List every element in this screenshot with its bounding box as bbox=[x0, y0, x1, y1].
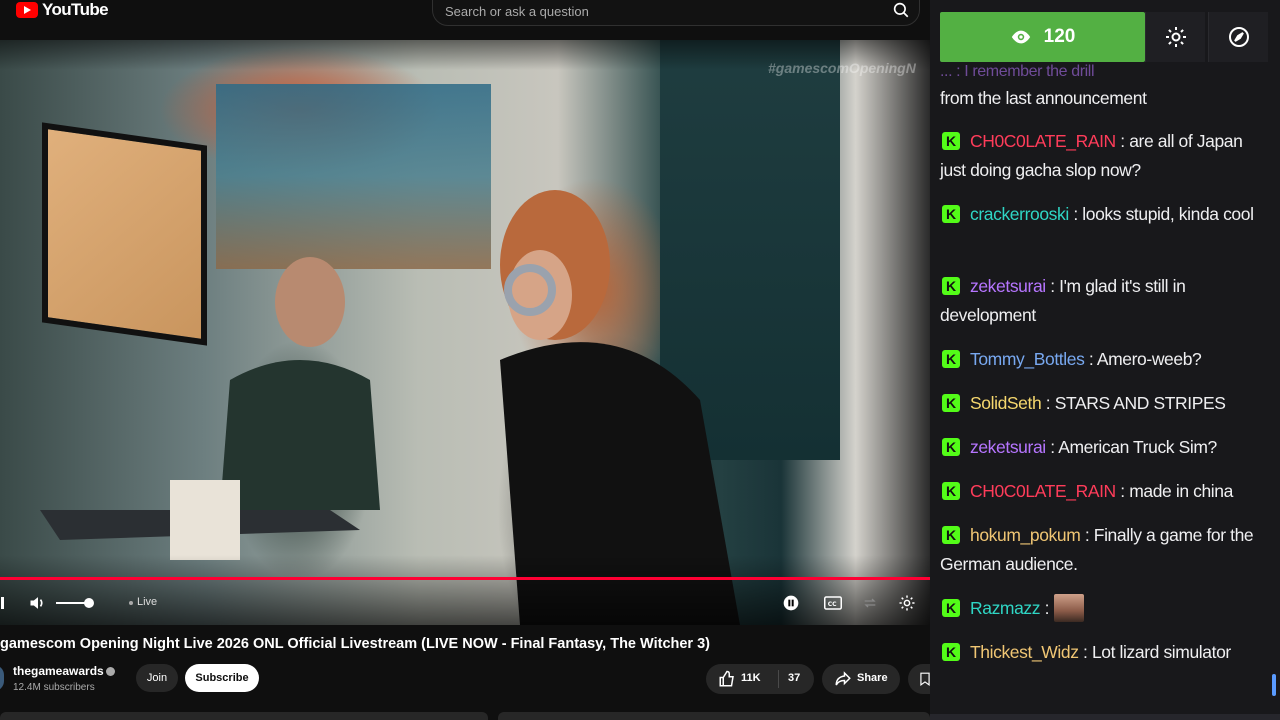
kick-badge-icon bbox=[942, 643, 960, 661]
youtube-play-icon bbox=[16, 2, 38, 18]
verified-icon bbox=[106, 667, 115, 676]
share-button[interactable]: Share bbox=[822, 664, 900, 694]
chat-scrollbar[interactable] bbox=[1272, 674, 1276, 696]
live-label[interactable]: Live bbox=[137, 596, 157, 608]
compass-icon bbox=[1228, 27, 1249, 47]
search-box bbox=[432, 0, 920, 26]
chat-username[interactable]: SolidSeth bbox=[970, 393, 1042, 413]
chat-message: ... : I remember the drill bbox=[940, 56, 1270, 86]
chat-message-text: made in china bbox=[1129, 481, 1233, 501]
kick-badge-icon bbox=[942, 132, 960, 150]
chat-message-text: American Truck Sim? bbox=[1058, 437, 1217, 457]
kick-badge-icon bbox=[942, 599, 960, 617]
video-player[interactable]: #gamescomOpeningN Live CC bbox=[0, 40, 930, 625]
youtube-logo[interactable]: YouTube bbox=[16, 0, 109, 20]
top-bar: YouTube bbox=[0, 0, 930, 40]
search-icon bbox=[893, 2, 909, 18]
progress-bar[interactable] bbox=[0, 577, 930, 580]
chat-username[interactable]: CH0C0LATE_RAIN bbox=[970, 481, 1116, 501]
kick-badge-icon bbox=[942, 205, 960, 223]
volume-icon bbox=[30, 597, 43, 609]
chat-message: Thickest_Widz : Lot lizard simulator bbox=[940, 638, 1270, 667]
volume-slider-handle[interactable] bbox=[84, 598, 94, 608]
thumbs-up-icon bbox=[719, 670, 734, 687]
captions-icon: CC bbox=[824, 596, 842, 610]
loop-icon bbox=[864, 598, 876, 608]
next-button[interactable] bbox=[0, 596, 4, 610]
next-icon bbox=[0, 597, 4, 609]
chat-username[interactable]: Razmazz bbox=[970, 598, 1041, 618]
chat-username[interactable]: Tommy_Bottles bbox=[970, 349, 1085, 369]
video-frame-people bbox=[40, 190, 740, 625]
join-button[interactable]: Join bbox=[136, 664, 178, 692]
search-input[interactable] bbox=[445, 1, 865, 21]
dislike-count[interactable]: 37 bbox=[788, 672, 800, 684]
kick-badge-icon bbox=[942, 277, 960, 295]
chat-message: zeketsurai : I'm glad it's still in deve… bbox=[940, 272, 1270, 330]
chat-message: from the last announcement bbox=[940, 84, 1270, 113]
share-label: Share bbox=[857, 672, 888, 684]
kick-badge-icon bbox=[942, 438, 960, 456]
captions-button[interactable]: CC bbox=[822, 592, 844, 614]
like-count: 11K bbox=[741, 672, 761, 684]
settings-button[interactable] bbox=[896, 592, 918, 614]
chat-message: CH0C0LATE_RAIN : are all of Japan just d… bbox=[940, 127, 1270, 185]
subscribe-button[interactable]: Subscribe bbox=[185, 664, 259, 692]
video-title: gamescom Opening Night Live 2026 ONL Off… bbox=[0, 636, 710, 652]
chat-message-text: from the last announcement bbox=[940, 88, 1147, 108]
video-overlay-hashtag: #gamescomOpeningN bbox=[768, 60, 916, 76]
kick-badge-icon bbox=[942, 350, 960, 368]
svg-text:CC: CC bbox=[828, 601, 837, 608]
kick-badge-icon bbox=[942, 482, 960, 500]
chat-message: SolidSeth : STARS AND STRIPES bbox=[940, 389, 1270, 418]
chat-message: hokum_pokum : Finally a game for the Ger… bbox=[940, 521, 1270, 579]
search-button[interactable] bbox=[887, 0, 915, 23]
chat-message-text: Lot lizard simulator bbox=[1091, 642, 1231, 662]
chat-settings-button[interactable] bbox=[1145, 12, 1205, 62]
kick-badge-icon bbox=[942, 394, 960, 412]
chat-message-partial: ... : I remember the drill bbox=[940, 63, 1095, 80]
chat-username[interactable]: Thickest_Widz bbox=[970, 642, 1079, 662]
pause-icon bbox=[783, 595, 799, 611]
channel-avatar[interactable] bbox=[0, 665, 4, 691]
chat-input-edge bbox=[930, 714, 1280, 720]
gear-icon bbox=[1165, 27, 1186, 47]
chat-emote bbox=[1053, 594, 1084, 622]
chat-username[interactable]: CH0C0LATE_RAIN bbox=[970, 131, 1116, 151]
gear-icon bbox=[899, 595, 915, 611]
chat-message: Razmazz : bbox=[940, 594, 1270, 623]
subscriber-count: 12.4M subscribers bbox=[13, 682, 95, 693]
pause-button[interactable] bbox=[780, 592, 802, 614]
like-dislike-group: 11K 37 bbox=[706, 664, 814, 694]
chat-message: zeketsurai : American Truck Sim? bbox=[940, 433, 1270, 462]
chat-username[interactable]: zeketsurai bbox=[970, 437, 1046, 457]
chat-username[interactable]: hokum_pokum bbox=[970, 525, 1081, 545]
share-icon bbox=[835, 671, 851, 686]
chat-message: CH0C0LATE_RAIN : made in china bbox=[940, 477, 1270, 506]
chat-username[interactable]: zeketsurai bbox=[970, 276, 1046, 296]
player-controls: Live CC bbox=[0, 588, 930, 618]
logo-text: YouTube bbox=[42, 0, 109, 19]
chat-message-text: looks stupid, kinda cool bbox=[1082, 204, 1254, 224]
viewer-count: 120 bbox=[1043, 26, 1076, 47]
kick-badge-icon bbox=[942, 526, 960, 544]
viewer-count-button[interactable]: 120 bbox=[940, 12, 1145, 62]
eye-icon bbox=[1011, 30, 1030, 44]
mute-button[interactable] bbox=[27, 592, 49, 614]
chat-panel: 120 ... : I remember the drill from the … bbox=[930, 0, 1280, 720]
chat-message-text: Amero-weeb? bbox=[1096, 349, 1202, 369]
chat-username[interactable]: crackerrooski bbox=[970, 204, 1069, 224]
channel-name[interactable]: thegameawards bbox=[13, 664, 104, 678]
live-dot bbox=[129, 601, 133, 605]
chat-message: Tommy_Bottles : Amero-weeb? bbox=[940, 345, 1270, 374]
recommendation-strip bbox=[0, 712, 930, 720]
like-button[interactable] bbox=[718, 670, 736, 693]
loop-button[interactable] bbox=[859, 592, 881, 614]
chat-popout-button[interactable] bbox=[1208, 12, 1268, 62]
chat-message-text: STARS AND STRIPES bbox=[1054, 393, 1226, 413]
chat-message: crackerrooski : looks stupid, kinda cool bbox=[940, 200, 1270, 229]
